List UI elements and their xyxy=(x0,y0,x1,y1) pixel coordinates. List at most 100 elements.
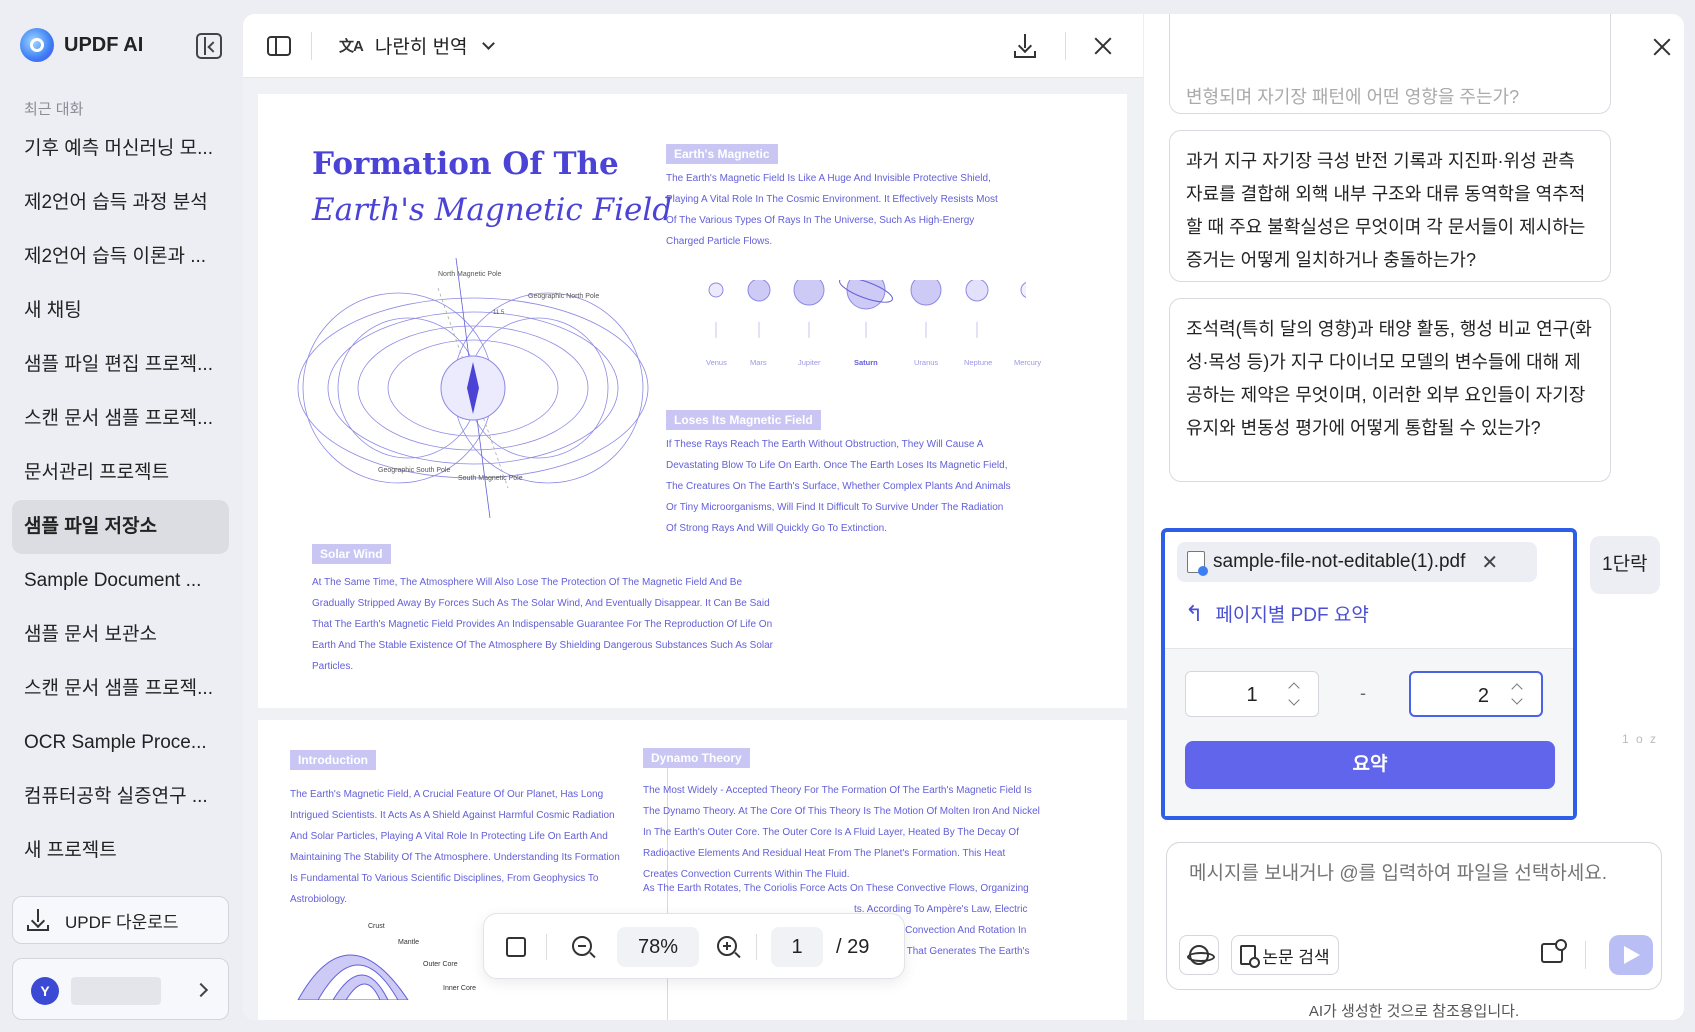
chevron-down-icon xyxy=(481,36,495,50)
download-document-icon[interactable] xyxy=(1014,34,1036,58)
conversation-item[interactable]: 제2언어 습득 과정 분석 xyxy=(12,176,229,230)
section-text-dynamo-2: As The Earth Rotates, The Coriolis Force… xyxy=(643,883,1029,894)
pdf-page-1: Formation Of The Earth's Magnetic Field xyxy=(258,94,1127,708)
planet-label: Uranus xyxy=(914,358,939,367)
magnetic-field-diagram: North Magnetic Pole Geographic North Pol… xyxy=(297,258,649,518)
decrement-icon[interactable] xyxy=(1288,694,1300,706)
message-input[interactable] xyxy=(1189,863,1639,885)
doc-title-line1: Formation Of The xyxy=(312,146,619,182)
download-updf-label: UPDF 다운로드 xyxy=(65,912,179,932)
north-magnetic-pole-label: North Magnetic Pole xyxy=(438,271,502,278)
zoom-out-icon[interactable] xyxy=(572,936,596,959)
page-range-start-input[interactable]: 1 xyxy=(1185,671,1319,717)
pdf-file-icon xyxy=(1187,551,1208,576)
section-tag-loses: Loses Its Magnetic Field xyxy=(666,410,821,430)
angle-label: 11.5 xyxy=(493,310,505,316)
page-number-input[interactable]: 1 xyxy=(771,927,823,967)
remove-file-icon[interactable]: ✕ xyxy=(1481,550,1498,575)
attached-file-name: sample-file-not-editable(1).pdf xyxy=(1213,551,1466,572)
south-magnetic-pole-label: South Magnetic Pole xyxy=(458,475,523,482)
document-toolbar: 文A 나란히 번역 xyxy=(243,14,1143,78)
user-name-redacted xyxy=(71,977,161,1005)
translate-mode-dropdown[interactable]: 文A 나란히 번역 xyxy=(339,32,495,59)
suggested-question-card[interactable]: 변형되며 자기장 패턴에 어떤 영향을 주는가? xyxy=(1169,14,1611,114)
conversation-item[interactable]: 새 채팅 xyxy=(12,284,229,338)
doc-title-line2: Earth's Magnetic Field xyxy=(312,192,673,228)
section-tag-magnetic: Earth's Magnetic xyxy=(666,144,778,164)
app-window: UPDF AI 최근 대화 기후 예측 머신러닝 모... 제2언어 습득 과정… xyxy=(0,0,1695,1032)
conversation-list: 기후 예측 머신러닝 모... 제2언어 습득 과정 분석 제2언어 습득 이론… xyxy=(12,122,229,878)
zoom-divider xyxy=(756,934,757,960)
planet-label: Mars xyxy=(750,358,767,367)
zoom-level[interactable]: 78% xyxy=(617,927,699,967)
planet-label: Venus xyxy=(706,358,727,367)
toolbar-divider xyxy=(311,32,312,60)
conversation-item[interactable]: Sample Document ... xyxy=(12,554,229,608)
section-text-magnetic: The Earth's Magnetic Field Is Like A Hug… xyxy=(666,173,998,247)
conversation-item[interactable]: 제2언어 습득 이론과 ... xyxy=(12,230,229,284)
suggested-question-card[interactable]: 과거 지구 자기장 극성 반전 기록과 지진파·위성 관측 자료를 결합해 외핵… xyxy=(1169,130,1611,282)
section-tag-introduction: Introduction xyxy=(290,750,376,770)
collapse-sidebar-icon[interactable] xyxy=(196,33,222,59)
message-composer: 논문 검색 xyxy=(1166,842,1662,990)
conversation-item-active[interactable]: 샘플 파일 저장소 xyxy=(12,500,229,554)
composer-divider xyxy=(1585,941,1586,969)
add-image-icon[interactable] xyxy=(1541,939,1567,963)
close-chat-icon[interactable] xyxy=(1652,36,1672,56)
brand: UPDF AI xyxy=(20,28,143,62)
section-tag-solar-wind: Solar Wind xyxy=(312,544,391,564)
suggested-question-card[interactable]: 조석력(특히 달의 영향)과 태양 활동, 행성 비교 연구(화성·목성 등)가… xyxy=(1169,298,1611,482)
decrement-icon[interactable] xyxy=(1511,693,1523,705)
conversation-item[interactable]: 새 프로젝트 xyxy=(12,824,229,878)
page-range-end-value: 2 xyxy=(1477,685,1489,707)
zoom-toolbar: 78% 1 / 29 xyxy=(483,913,905,979)
core-label: Mantle xyxy=(398,939,419,946)
back-arrow-icon[interactable]: ↰ xyxy=(1185,601,1203,627)
download-updf-button[interactable]: UPDF 다운로드 xyxy=(12,896,229,944)
planet-label: Neptune xyxy=(964,358,993,367)
core-label: Crust xyxy=(368,923,385,930)
atom-icon xyxy=(1187,945,1215,965)
page-range-end-input[interactable]: 2 xyxy=(1409,671,1543,717)
section-tag-dynamo: Dynamo Theory xyxy=(643,748,750,768)
summary-mode-row: ↰ 페이지별 PDF 요약 xyxy=(1185,600,1369,627)
page-total: / 29 xyxy=(836,936,870,958)
conversation-item[interactable]: 샘플 문서 보관소 xyxy=(12,608,229,662)
download-icon xyxy=(27,909,49,931)
fit-page-icon[interactable] xyxy=(506,937,526,957)
user-account-button[interactable]: Y xyxy=(12,958,229,1020)
conversation-item[interactable]: 샘플 파일 편집 프로젝... xyxy=(12,338,229,392)
conversation-item[interactable]: 문서관리 프로젝트 xyxy=(12,446,229,500)
faded-text: 1 o z xyxy=(1622,732,1659,746)
translate-icon: 文A xyxy=(339,38,364,55)
document-panel: 文A 나란히 번역 Formation Of The Earth's Magne… xyxy=(243,14,1143,1020)
chevron-right-icon xyxy=(193,982,209,998)
increment-icon[interactable] xyxy=(1288,682,1300,694)
range-separator: - xyxy=(1360,683,1366,703)
ai-disclaimer: AI가 생성한 것으로 참조용입니다. xyxy=(1308,1003,1520,1020)
planets-illustration xyxy=(708,270,1038,338)
section-text-introduction: The Earth's Magnetic Field, A Crucial Fe… xyxy=(290,789,620,905)
toolbar-divider xyxy=(1065,32,1066,60)
toggle-thumbnail-panel-icon[interactable] xyxy=(267,36,291,56)
paragraph-chip[interactable]: 1단락 xyxy=(1590,536,1660,594)
page-summary-popup: sample-file-not-editable(1).pdf ✕ ↰ 페이지별… xyxy=(1161,528,1577,820)
conversation-item[interactable]: 기후 예측 머신러닝 모... xyxy=(12,122,229,176)
send-button[interactable] xyxy=(1609,935,1653,975)
close-document-icon[interactable] xyxy=(1091,34,1115,58)
planet-label: Saturn xyxy=(854,358,878,367)
zoom-in-icon[interactable] xyxy=(717,936,741,959)
geographic-north-pole-label: Geographic North Pole xyxy=(528,293,599,300)
document-viewer[interactable]: Formation Of The Earth's Magnetic Field xyxy=(243,78,1143,1020)
translate-mode-label: 나란히 번역 xyxy=(374,37,468,58)
summarize-button[interactable]: 요약 xyxy=(1185,741,1555,789)
recent-heading: 최근 대화 xyxy=(24,101,84,118)
paper-search-button[interactable]: 논문 검색 xyxy=(1231,935,1339,975)
conversation-item[interactable]: OCR Sample Proce... xyxy=(12,716,229,770)
summary-mode-label: 페이지별 PDF 요약 xyxy=(1215,605,1369,626)
conversation-item[interactable]: 스캔 문서 샘플 프로젝... xyxy=(12,662,229,716)
section-text-solar-wind: At The Same Time, The Atmosphere Will Al… xyxy=(312,577,774,672)
conversation-item[interactable]: 컴퓨터공학 실증연구 ... xyxy=(12,770,229,824)
conversation-item[interactable]: 스캔 문서 샘플 프로젝... xyxy=(12,392,229,446)
ai-model-button[interactable] xyxy=(1179,935,1219,975)
